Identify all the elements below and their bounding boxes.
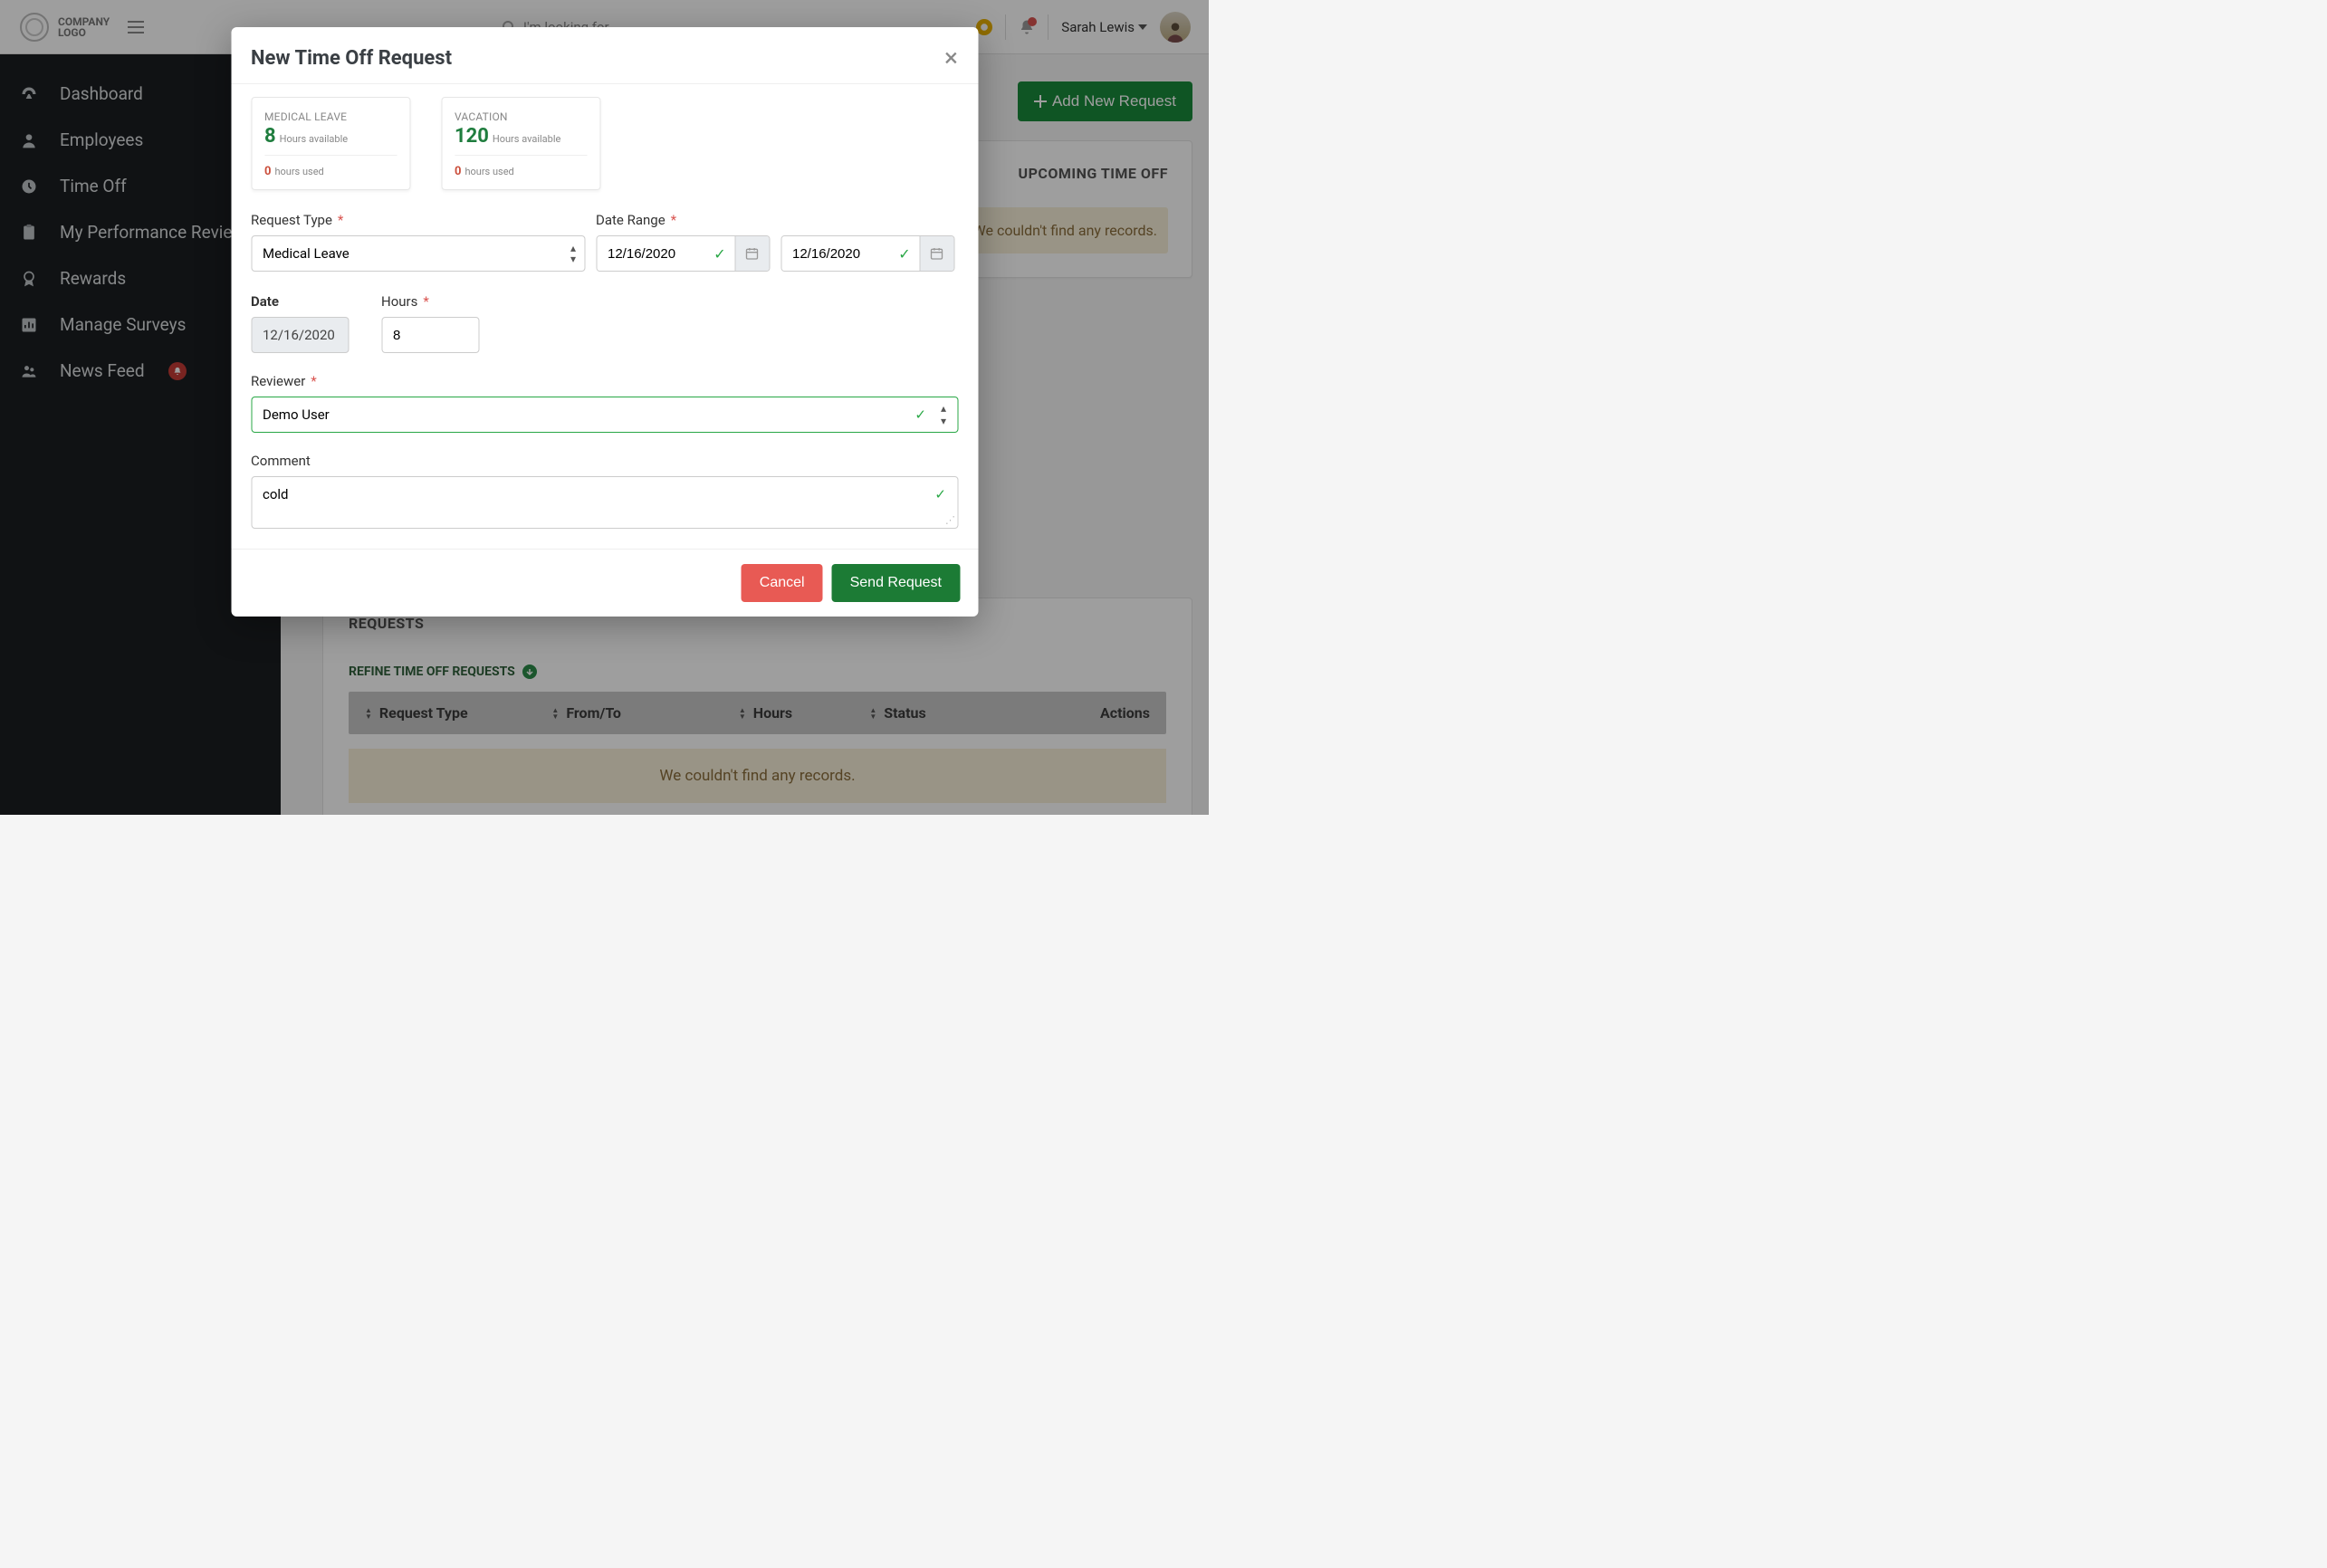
balance-used: 0 (455, 165, 461, 178)
chevron-updown-icon: ▴▾ (941, 402, 946, 427)
close-icon[interactable]: × (944, 45, 958, 71)
date-from-input[interactable]: ✓ (596, 235, 770, 272)
check-icon: ✓ (915, 406, 926, 423)
balance-available-label: Hours available (493, 133, 560, 145)
date-to-input[interactable]: ✓ (780, 235, 954, 272)
new-timeoff-modal: New Time Off Request × MEDICAL LEAVE 8 H… (231, 27, 978, 617)
date-readonly: 12/16/2020 (251, 317, 349, 353)
date-range-label: Date Range* (596, 212, 958, 228)
balance-hours: 8 (264, 125, 276, 148)
check-icon: ✓ (705, 236, 734, 271)
modal-title: New Time Off Request (251, 47, 452, 70)
balance-name: MEDICAL LEAVE (264, 110, 397, 123)
reviewer-label: Reviewer* (251, 373, 958, 389)
request-type-label: Request Type* (251, 212, 585, 228)
balance-used-label: hours used (464, 166, 513, 177)
calendar-icon[interactable] (734, 236, 769, 271)
hours-label: Hours* (381, 293, 479, 310)
balance-card-vacation: VACATION 120 Hours available 0 hours use… (441, 97, 600, 190)
check-icon: ✓ (934, 486, 946, 502)
balance-used-label: hours used (274, 166, 323, 177)
send-request-button[interactable]: Send Request (832, 564, 960, 602)
reviewer-select[interactable]: Demo User ✓ ▴▾ (251, 397, 958, 433)
date-label: Date (251, 293, 349, 310)
resize-handle-icon[interactable]: ⋰ (945, 514, 955, 526)
balance-card-medical: MEDICAL LEAVE 8 Hours available 0 hours … (251, 97, 410, 190)
hours-input[interactable] (381, 317, 479, 353)
balance-used: 0 (264, 165, 271, 178)
comment-label: Comment (251, 453, 958, 469)
chevron-updown-icon: ▴▾ (570, 243, 576, 264)
balance-hours: 120 (455, 125, 489, 148)
cancel-button[interactable]: Cancel (742, 564, 823, 602)
balance-name: VACATION (455, 110, 587, 123)
calendar-icon[interactable] (919, 236, 953, 271)
comment-textarea[interactable]: cold ✓ ⋰ (251, 476, 958, 529)
check-icon: ✓ (890, 236, 919, 271)
request-type-select[interactable]: Medical Leave ▴▾ (251, 235, 585, 272)
balance-available-label: Hours available (280, 133, 348, 145)
